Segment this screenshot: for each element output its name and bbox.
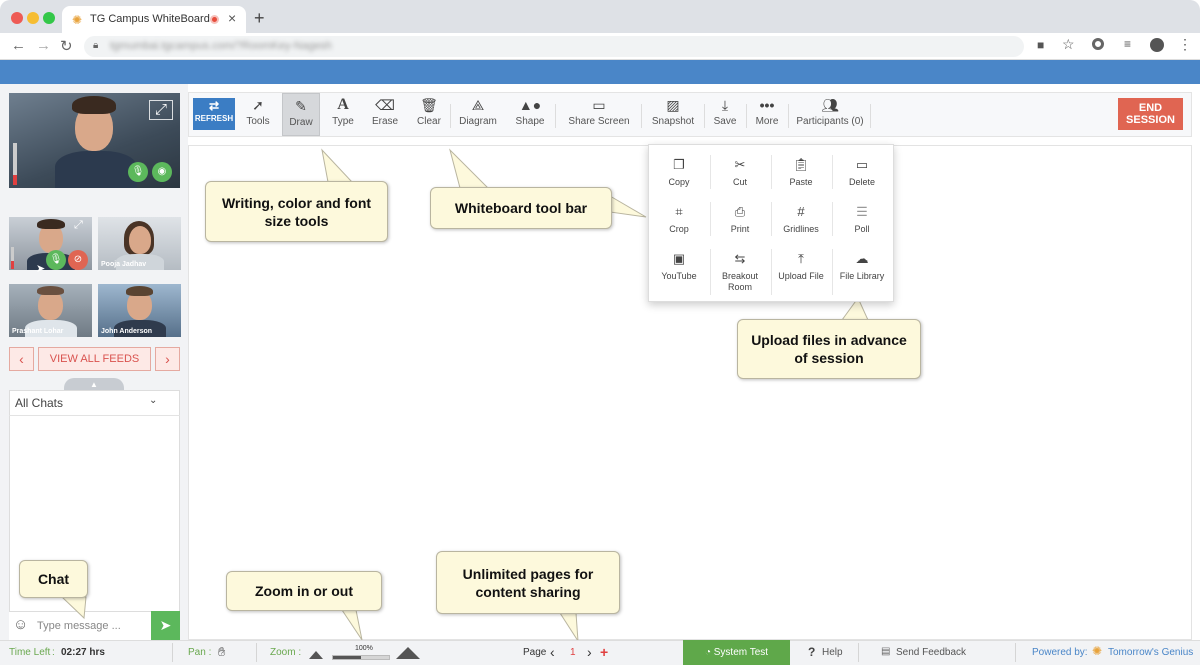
poll-icon: ☰ xyxy=(856,204,868,219)
pan-hand-icon[interactable]: ✋︎ xyxy=(218,644,225,660)
more-menu: ❐ Copy ✂ Cut 📋︎ Paste ▭ Delete ⌗ Crop ⎙ Print … xyxy=(648,144,894,302)
menu-item-label: File Library xyxy=(839,271,885,281)
page-label: Page xyxy=(523,647,547,658)
copy-icon: ❐ xyxy=(673,157,685,172)
zoom-slider-fill xyxy=(333,656,361,659)
zoom-label: Zoom : xyxy=(270,647,302,658)
callout-toolbar: Whiteboard tool bar xyxy=(430,187,612,229)
previous-page-icon[interactable]: ‹ xyxy=(550,644,555,660)
crop-icon: ⌗ xyxy=(675,204,683,219)
menu-item-label: Print xyxy=(730,224,750,234)
upload-icon: ⤒ xyxy=(798,251,804,266)
paste-icon: 📋︎ xyxy=(792,157,810,172)
time-left-label: Time Left xyxy=(9,647,51,658)
time-left-value: 02:27 hrs xyxy=(61,647,105,658)
menu-item-poll[interactable]: ☰ Poll xyxy=(832,204,892,234)
system-test-label: System Test xyxy=(713,647,769,658)
help-icon[interactable]: ? xyxy=(808,645,815,659)
menu-item-crop[interactable]: ⌗ Crop xyxy=(649,204,709,234)
menu-item-copy[interactable]: ❐ Copy xyxy=(649,157,709,187)
status-divider xyxy=(858,643,859,662)
cloud-icon: ☁ xyxy=(855,251,869,266)
menu-item-label: YouTube xyxy=(661,271,697,281)
menu-item-print[interactable]: ⎙ Print xyxy=(710,204,770,234)
callout-upload: Upload files in advance of session xyxy=(737,319,921,379)
powered-by-label: Powered by: xyxy=(1032,647,1088,658)
menu-item-label: Paste xyxy=(789,177,813,187)
zoom-in-icon[interactable] xyxy=(396,647,420,659)
menu-item-label: Delete xyxy=(848,177,875,187)
brand-name: Tomorrow's Genius xyxy=(1108,647,1194,658)
add-page-icon[interactable]: + xyxy=(600,644,608,660)
zoom-out-icon[interactable] xyxy=(309,651,323,659)
callout-zoom: Zoom in or out xyxy=(226,571,382,611)
system-test-button[interactable]: ◔ System Test xyxy=(683,640,790,665)
callout-chat: Chat xyxy=(19,560,88,598)
time-left-separator: : xyxy=(52,647,55,658)
zoom-percent: 100% xyxy=(355,645,373,652)
grid-icon: # xyxy=(797,204,805,219)
status-divider xyxy=(1015,643,1016,662)
menu-item-paste[interactable]: 📋︎ Paste xyxy=(771,157,831,187)
speedometer-icon: ◔ xyxy=(704,647,714,658)
send-feedback-link[interactable]: Send Feedback xyxy=(896,647,966,658)
callout-pages: Unlimited pages for content sharing xyxy=(436,551,620,614)
menu-item-label: Cut xyxy=(732,177,747,187)
page-number: 1 xyxy=(570,647,576,658)
menu-item-label: Copy xyxy=(668,177,690,187)
feedback-icon: ▤ xyxy=(881,646,891,657)
delete-icon: ▭ xyxy=(855,157,869,172)
status-divider xyxy=(172,643,173,662)
menu-item-label: Breakout Room xyxy=(721,271,759,292)
breakout-icon: ⇆ xyxy=(734,251,746,266)
next-page-icon[interactable]: › xyxy=(587,644,592,660)
menu-item-cut[interactable]: ✂ Cut xyxy=(710,157,770,187)
callout-writing-tools: Writing, color and font size tools xyxy=(205,181,388,242)
menu-item-gridlines[interactable]: # Gridlines xyxy=(771,204,831,234)
menu-item-upload-file[interactable]: ⤒ Upload File xyxy=(771,251,831,281)
zoom-slider[interactable] xyxy=(332,655,390,660)
menu-item-label: Upload File xyxy=(778,271,824,281)
menu-item-file-library[interactable]: ☁ File Library xyxy=(832,251,892,281)
menu-item-label: Poll xyxy=(854,224,870,234)
help-link[interactable]: Help xyxy=(822,647,843,658)
menu-item-label: Gridlines xyxy=(783,224,819,234)
menu-item-delete[interactable]: ▭ Delete xyxy=(832,157,892,187)
menu-item-youtube[interactable]: ▣ YouTube xyxy=(649,251,709,281)
status-divider xyxy=(256,643,257,662)
scissors-icon: ✂ xyxy=(734,157,746,172)
pan-label: Pan : xyxy=(188,647,212,658)
menu-item-label: Crop xyxy=(669,224,689,234)
youtube-icon: ▣ xyxy=(672,251,686,266)
menu-item-breakout-room[interactable]: ⇆ Breakout Room xyxy=(710,251,770,293)
brand-logo-icon: ✺ xyxy=(1092,644,1103,658)
print-icon: ⎙ xyxy=(734,204,746,219)
